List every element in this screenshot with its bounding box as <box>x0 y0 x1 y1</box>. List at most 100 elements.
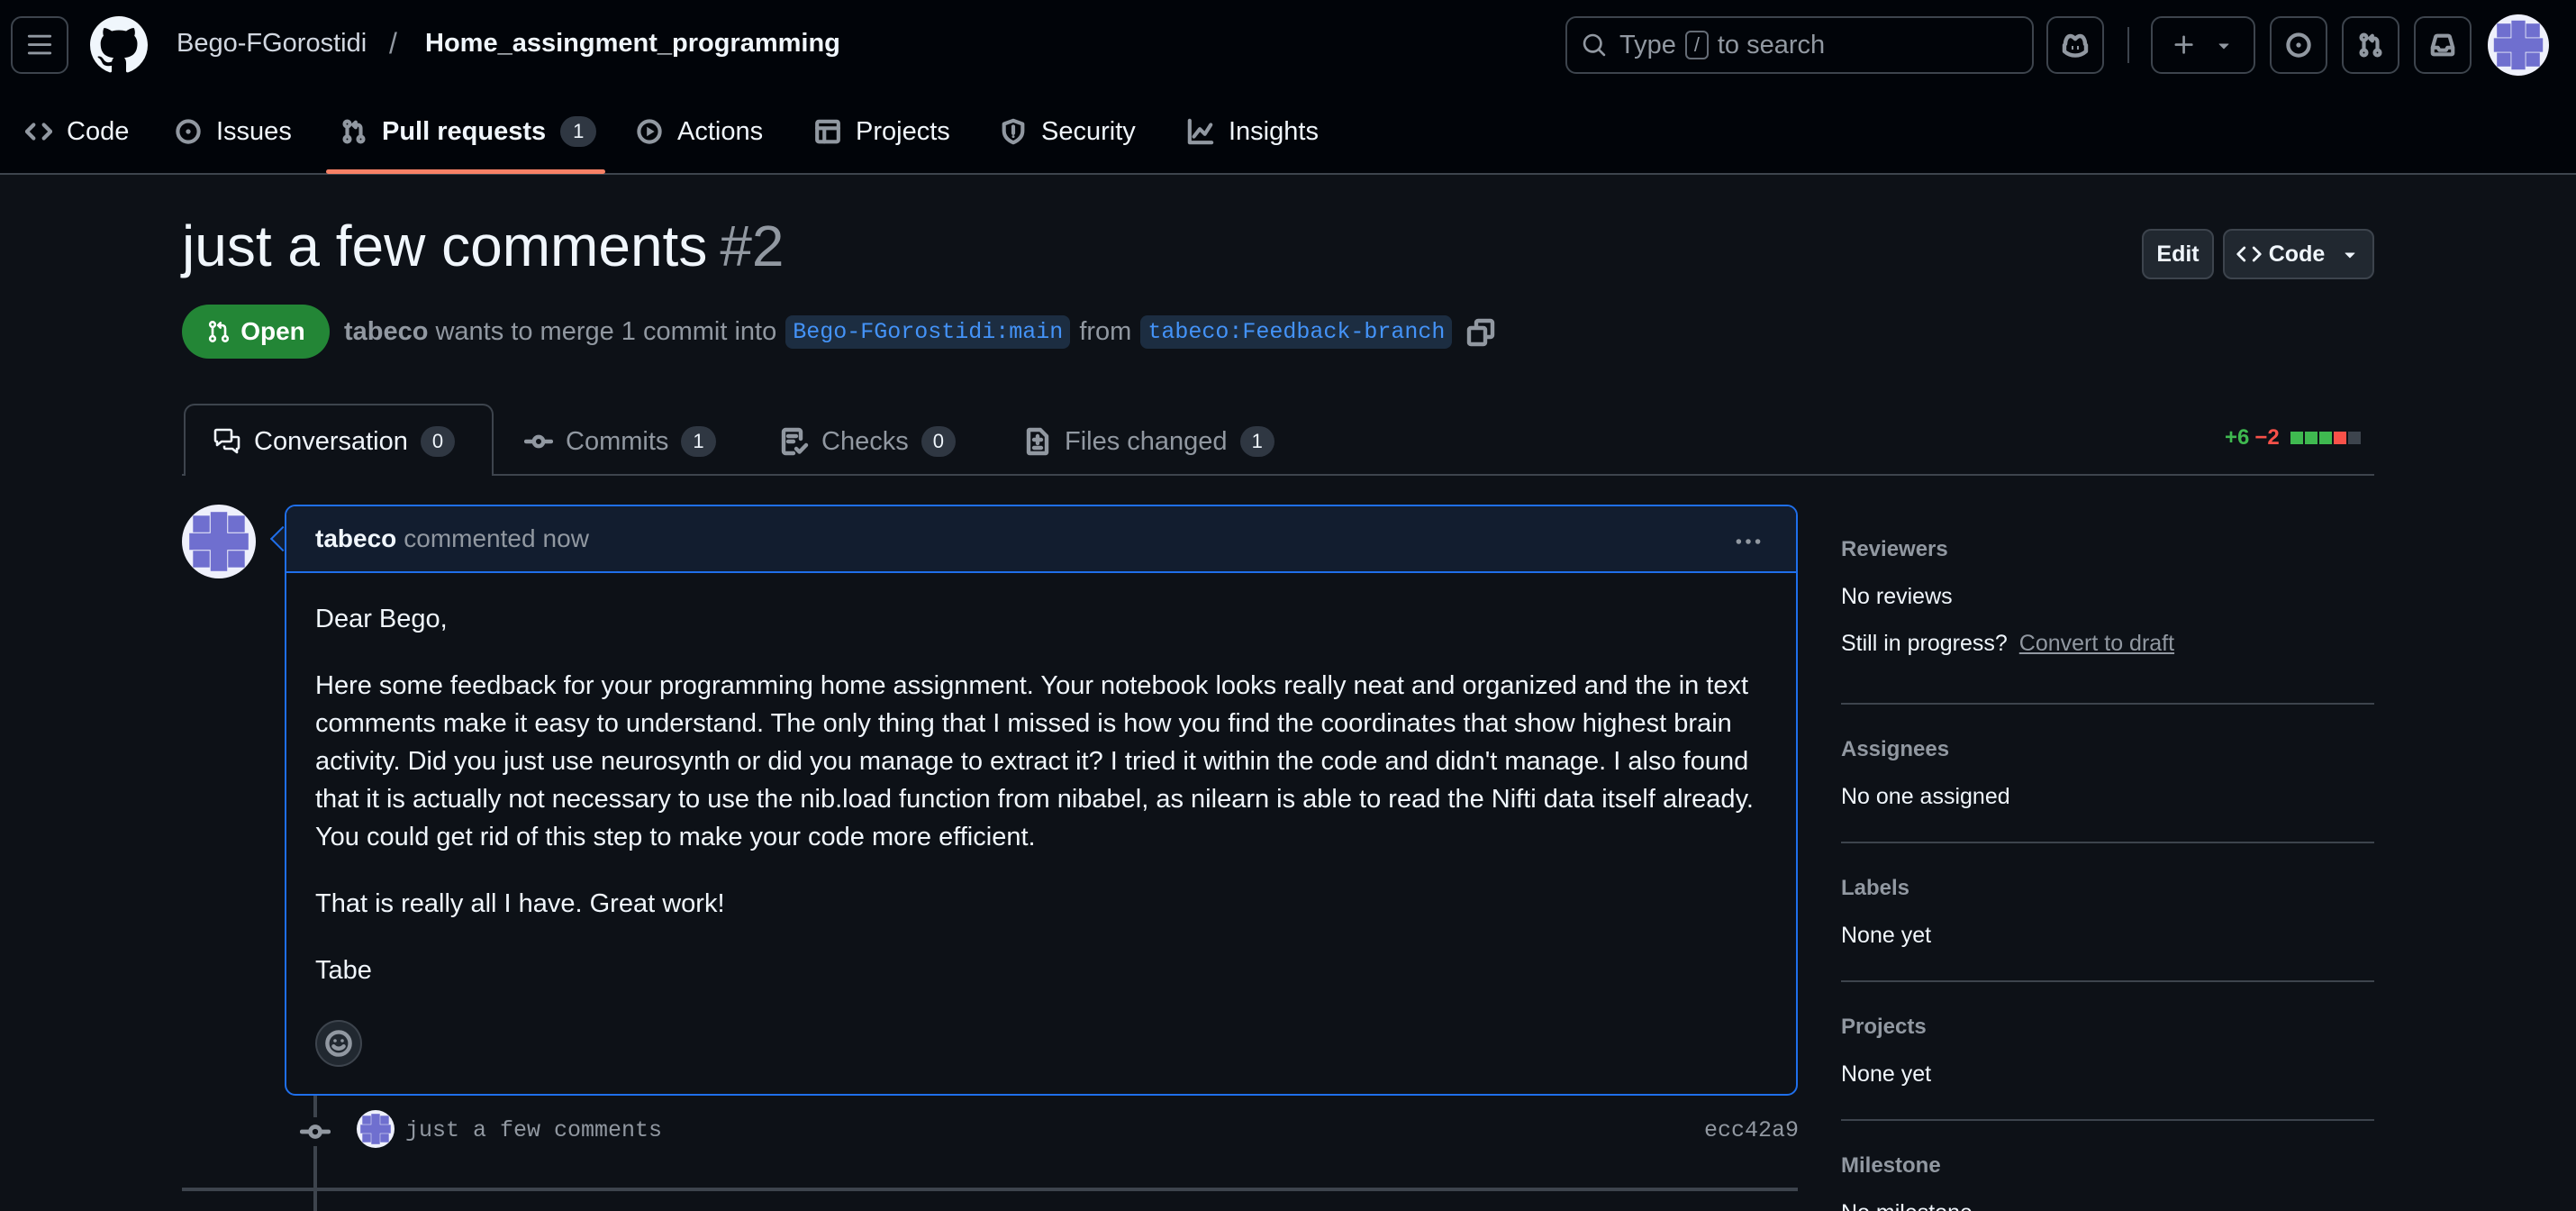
nav-pull-requests[interactable]: Pull requests 1 <box>340 114 597 150</box>
diffstat-block <box>2347 432 2361 444</box>
edit-title-button[interactable]: Edit <box>2142 229 2214 279</box>
nav-pull-requests-count: 1 <box>560 116 597 147</box>
create-new-button[interactable] <box>2151 16 2255 74</box>
labels-heading[interactable]: Labels <box>1841 876 1909 901</box>
draft-prompt-text: Still in progress? <box>1841 631 2008 656</box>
inbox-button[interactable] <box>2414 16 2472 74</box>
status-label: Open <box>240 317 305 345</box>
diffstat-blocks <box>2290 432 2361 444</box>
nav-insights[interactable]: Insights <box>1187 114 1319 150</box>
nav-code[interactable]: Code <box>25 114 129 150</box>
timeline-commit-marker <box>297 1117 333 1146</box>
breadcrumb-separator: / <box>389 27 397 59</box>
tab-conversation-count: 0 <box>420 426 456 457</box>
checklist-icon <box>781 427 809 456</box>
tab-checks-label: Checks <box>821 426 909 456</box>
code-icon <box>25 123 52 141</box>
commit-message-link[interactable]: just a few comments <box>405 1117 662 1143</box>
github-logo-icon[interactable] <box>90 16 148 74</box>
search-shortcut-key: / <box>1684 31 1709 59</box>
diffstat: +6 −2 <box>2225 425 2361 451</box>
search-input[interactable]: Type / to search <box>1565 16 2034 74</box>
triangle-down-icon <box>2218 43 2229 50</box>
search-icon <box>1583 33 1606 57</box>
nav-actions[interactable]: Actions <box>636 114 763 150</box>
file-diff-icon <box>1026 427 1049 456</box>
projects-value: None yet <box>1841 1061 1932 1087</box>
tab-commits[interactable]: Commits 1 <box>524 423 716 460</box>
graph-icon <box>1187 118 1214 145</box>
sidebar-divider <box>1841 703 2374 705</box>
inbox-icon <box>2430 33 2455 57</box>
menu-button[interactable] <box>11 16 68 74</box>
pr-title: just a few comments #2 <box>182 213 785 279</box>
comment-paragraph: That is really all I have. Great work! <box>315 889 725 918</box>
copy-icon[interactable] <box>1466 318 1495 347</box>
table-icon <box>815 119 840 144</box>
comment-header: tabeco commented now <box>286 506 1796 573</box>
nav-projects[interactable]: Projects <box>814 114 950 150</box>
smiley-icon <box>325 1030 352 1057</box>
repo-navigation: Code Issues Pull requests 1 Actions Proj… <box>0 90 2576 175</box>
tab-commits-label: Commits <box>566 426 669 456</box>
assignees-heading[interactable]: Assignees <box>1841 737 1949 762</box>
issue-opened-icon <box>176 119 201 144</box>
nav-actions-label: Actions <box>677 116 764 146</box>
your-issues-button[interactable] <box>2270 16 2327 74</box>
git-pull-request-icon <box>342 119 366 144</box>
kebab-horizontal-icon[interactable] <box>1733 526 1764 557</box>
nav-issues-label: Issues <box>216 116 292 146</box>
plus-icon <box>2174 35 2193 54</box>
header-divider <box>2127 27 2129 63</box>
code-icon <box>2236 246 2262 262</box>
tab-files-changed-label: Files changed <box>1065 426 1228 456</box>
milestone-heading[interactable]: Milestone <box>1841 1153 1941 1179</box>
projects-heading[interactable]: Projects <box>1841 1015 1927 1040</box>
tab-conversation-label: Conversation <box>254 426 408 456</box>
diffstat-block <box>2290 432 2303 444</box>
code-dropdown-button[interactable]: Code <box>2223 229 2374 279</box>
sidebar-divider <box>1841 1119 2374 1121</box>
triangle-down-icon <box>2345 252 2355 259</box>
merge-text: wants to merge 1 commit into <box>435 317 777 346</box>
breadcrumb-repo[interactable]: Home_assingment_programming <box>425 29 840 59</box>
pr-author-link[interactable]: tabeco <box>344 317 428 347</box>
reviewers-heading[interactable]: Reviewers <box>1841 537 1948 562</box>
commit-author-avatar[interactable] <box>357 1110 395 1148</box>
tab-commits-count: 1 <box>681 426 716 457</box>
reviewers-value: No reviews <box>1841 584 1953 609</box>
labels-value: None yet <box>1841 923 1932 948</box>
comment-author-avatar[interactable] <box>182 505 256 578</box>
nav-insights-label: Insights <box>1229 116 1319 146</box>
milestone-value: No milestone <box>1841 1200 1973 1211</box>
add-reaction-button[interactable] <box>315 1020 362 1067</box>
commit-sha-link[interactable]: ecc42a9 <box>1704 1117 1799 1143</box>
copilot-button[interactable] <box>2046 16 2104 74</box>
breadcrumb-owner[interactable]: Bego-FGorostidi <box>177 29 367 59</box>
hamburger-icon <box>27 34 52 55</box>
nav-issues[interactable]: Issues <box>175 114 292 150</box>
merge-summary: tabeco wants to merge 1 commit into Bego… <box>344 315 1495 349</box>
git-pull-request-icon <box>2359 32 2382 58</box>
tab-checks[interactable]: Checks 0 <box>780 423 956 460</box>
nav-security[interactable]: Security <box>1000 114 1136 150</box>
comment-body: Dear Bego, Here some feedback for your p… <box>286 573 1796 989</box>
global-header: Bego-FGorostidi / Home_assingment_progra… <box>0 0 2576 90</box>
head-branch-link[interactable]: tabeco:Feedback-branch <box>1140 315 1453 349</box>
search-suffix: to search <box>1717 30 1826 59</box>
sidebar-divider <box>1841 980 2374 982</box>
convert-to-draft-link[interactable]: Convert to draft <box>2019 631 2174 656</box>
diffstat-additions: +6 <box>2225 425 2250 450</box>
nav-pull-requests-label: Pull requests <box>382 116 547 146</box>
git-commit-icon <box>524 434 553 449</box>
base-branch-link[interactable]: Bego-FGorostidi:main <box>785 315 1071 349</box>
timeline-line <box>313 1096 317 1211</box>
comment-author[interactable]: tabeco <box>315 524 396 553</box>
comment-paragraph: Dear Bego, <box>315 605 448 633</box>
your-pull-requests-button[interactable] <box>2342 16 2399 74</box>
user-avatar[interactable] <box>2488 14 2549 76</box>
tab-files-changed[interactable]: Files changed 1 <box>1023 423 1274 460</box>
comment-timestamp[interactable]: now <box>543 524 589 553</box>
nav-projects-label: Projects <box>856 116 950 146</box>
tab-conversation[interactable]: Conversation 0 <box>213 423 456 460</box>
